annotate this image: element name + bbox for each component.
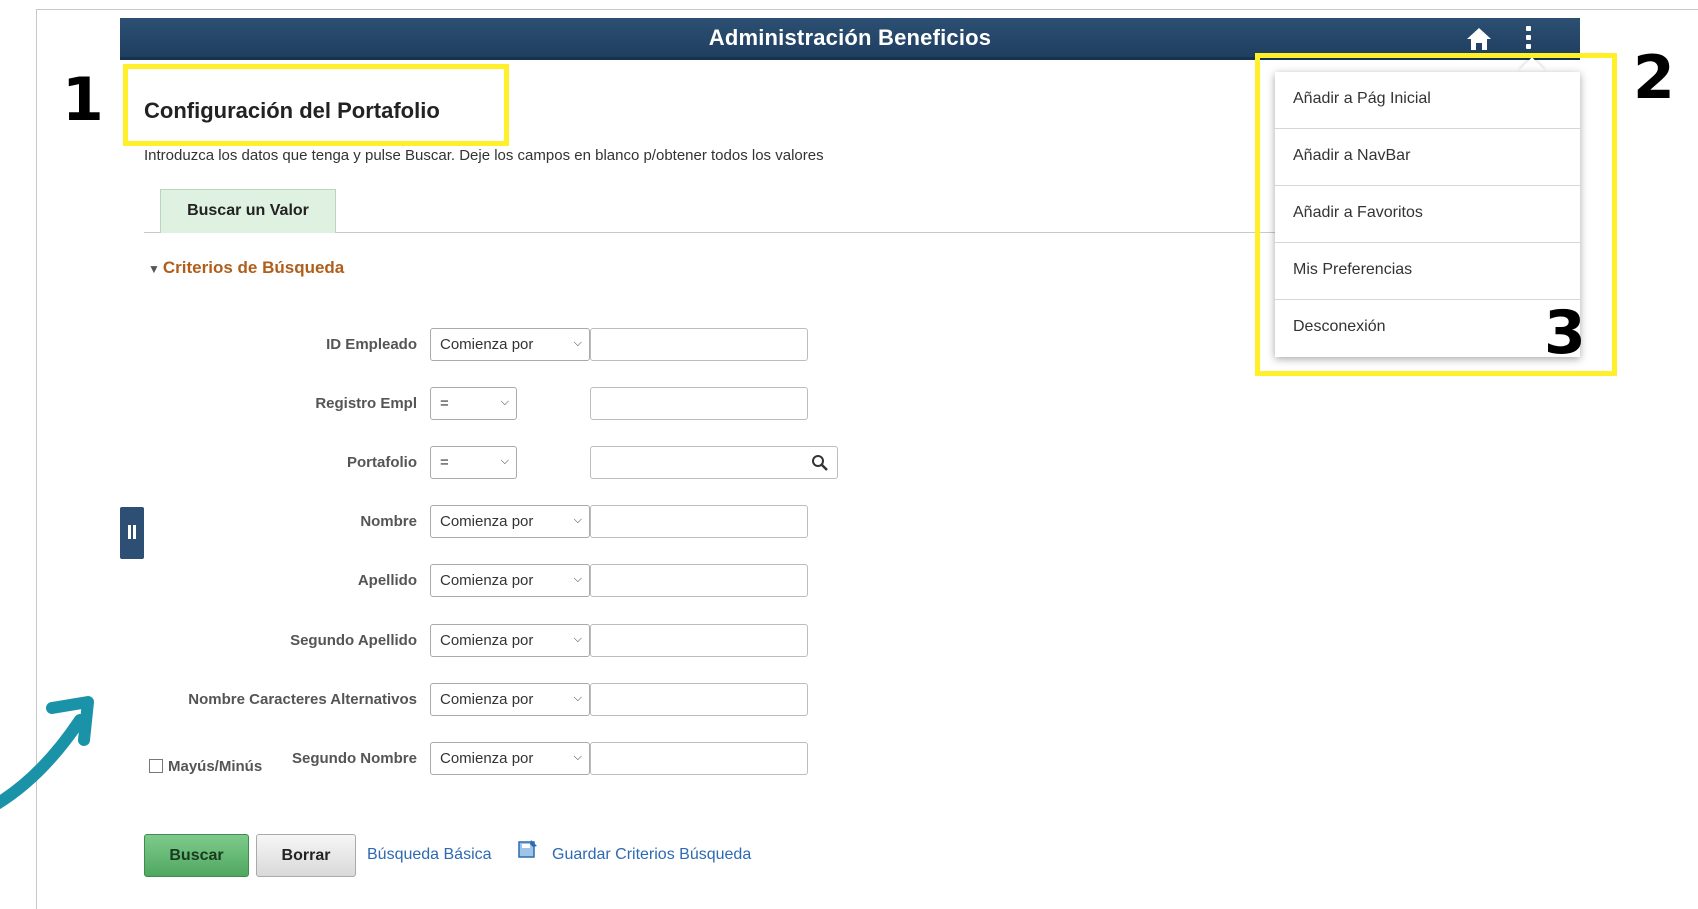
arrow-icon xyxy=(0,696,94,810)
case-sensitive-checkbox[interactable] xyxy=(149,759,163,773)
chevron-down-icon: ⌵ xyxy=(573,751,582,763)
highlight-box-title xyxy=(123,64,509,146)
operator-select[interactable]: Comienza por ⌵ xyxy=(430,505,590,538)
operator-select[interactable]: Comienza por ⌵ xyxy=(430,624,590,657)
annotation-number-2: 2 xyxy=(1633,43,1675,113)
home-icon[interactable] xyxy=(1465,25,1493,53)
tab-buscar-valor[interactable]: Buscar un Valor xyxy=(160,189,336,233)
value-input[interactable] xyxy=(590,387,808,420)
criteria-row-portafolio: Portafolio = ⌵ xyxy=(0,446,900,480)
chevron-down-icon: ⌵ xyxy=(573,337,582,349)
criteria-row-apellido: Apellido Comienza por ⌵ xyxy=(0,564,900,598)
field-label: Apellido xyxy=(357,572,417,589)
operator-value: Comienza por xyxy=(440,513,534,530)
value-input[interactable] xyxy=(590,505,808,538)
annotation-number-1: 1 xyxy=(62,65,104,135)
field-label: Segundo Apellido xyxy=(290,632,417,649)
criteria-row-nombre: Nombre Comienza por ⌵ xyxy=(0,505,900,539)
save-criteria-icon[interactable] xyxy=(517,838,539,860)
save-criteria-link[interactable]: Guardar Criterios Búsqueda xyxy=(552,846,751,864)
field-label: Segundo Nombre xyxy=(291,750,417,767)
field-label: Registro Empl xyxy=(315,395,417,412)
criteria-row-segundo-apellido: Segundo Apellido Comienza por ⌵ xyxy=(0,624,900,658)
operator-select[interactable]: = ⌵ xyxy=(430,446,517,479)
value-input[interactable] xyxy=(590,446,838,479)
chevron-down-icon: ⌵ xyxy=(500,455,509,467)
value-input[interactable] xyxy=(590,624,808,657)
value-input[interactable] xyxy=(590,742,808,775)
kebab-menu-icon[interactable] xyxy=(1518,23,1538,53)
basic-search-link[interactable]: Búsqueda Básica xyxy=(367,846,492,864)
collapse-triangle-icon: ▼ xyxy=(148,262,160,276)
criteria-row-registro-empl: Registro Empl = ⌵ xyxy=(0,387,900,421)
criteria-row-segundo-nombre: Segundo Nombre Comienza por ⌵ xyxy=(0,742,900,776)
operator-value: Comienza por xyxy=(440,632,534,649)
operator-select[interactable]: = ⌵ xyxy=(430,387,517,420)
chevron-down-icon: ⌵ xyxy=(573,573,582,585)
chevron-down-icon: ⌵ xyxy=(573,514,582,526)
clear-button[interactable]: Borrar xyxy=(256,834,356,877)
criteria-row-nombre-caracteres-alternativos: Nombre Caracteres Alternativos Comienza … xyxy=(0,683,900,717)
annotation-number-3: 3 xyxy=(1544,298,1586,368)
chevron-down-icon: ⌵ xyxy=(573,633,582,645)
search-button[interactable]: Buscar xyxy=(144,834,249,877)
operator-select[interactable]: Comienza por ⌵ xyxy=(430,564,590,597)
chevron-down-icon: ⌵ xyxy=(573,692,582,704)
header-title: Administración Beneficios xyxy=(708,25,992,50)
operator-select[interactable]: Comienza por ⌵ xyxy=(430,742,590,775)
operator-select[interactable]: Comienza por ⌵ xyxy=(430,683,590,716)
value-input[interactable] xyxy=(590,564,808,597)
field-label: Nombre Caracteres Alternativos xyxy=(188,691,417,708)
operator-select[interactable]: Comienza por ⌵ xyxy=(430,328,590,361)
operator-value: Comienza por xyxy=(440,750,534,767)
case-sensitive-label: Mayús/Minús xyxy=(168,758,263,775)
operator-value: Comienza por xyxy=(440,691,534,708)
search-criteria-header[interactable]: ▼ Criterios de Búsqueda xyxy=(148,258,344,278)
search-criteria-title: Criterios de Búsqueda xyxy=(162,258,345,277)
field-label: ID Empleado xyxy=(326,336,417,353)
operator-value: = xyxy=(440,454,449,471)
operator-value: Comienza por xyxy=(440,572,534,589)
field-label: Nombre xyxy=(360,513,417,530)
field-label: Portafolio xyxy=(347,454,417,471)
value-input[interactable] xyxy=(590,683,808,716)
operator-value: Comienza por xyxy=(440,336,534,353)
operator-value: = xyxy=(440,395,449,412)
criteria-row-id-empleado: ID Empleado Comienza por ⌵ xyxy=(0,328,900,362)
page-instructions: Introduzca los datos que tenga y pulse B… xyxy=(144,147,824,164)
chevron-down-icon: ⌵ xyxy=(500,396,509,408)
lookup-icon[interactable] xyxy=(811,454,829,472)
value-input[interactable] xyxy=(590,328,808,361)
